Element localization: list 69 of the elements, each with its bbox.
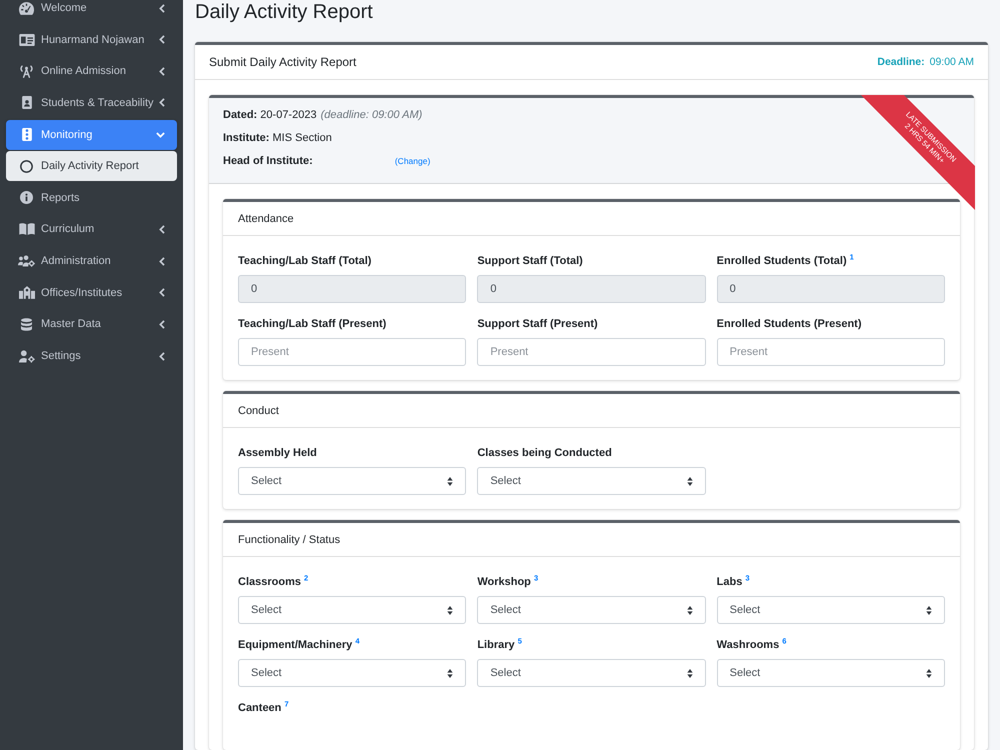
- sidebar-subitem[interactable]: Daily Activity Report: [6, 151, 177, 182]
- select-field[interactable]: Select: [477, 596, 706, 624]
- sidebar-item[interactable]: Offices/Institutes: [6, 278, 177, 308]
- select-field[interactable]: Select: [238, 659, 466, 687]
- circle-icon: [20, 160, 33, 173]
- sidebar-item[interactable]: Master Data: [6, 309, 177, 340]
- gauge-icon: [19, 2, 34, 14]
- sidebar-item[interactable]: Administration: [6, 246, 177, 276]
- deadline-time: 09:00 AM: [930, 56, 974, 68]
- traffic-light-icon: [22, 128, 32, 142]
- sidebar-item[interactable]: Online Admission: [6, 56, 177, 86]
- sort-icon: [447, 606, 454, 614]
- info-text: Institute: MIS Section: [223, 132, 332, 144]
- deadline-label: Deadline:: [877, 56, 925, 68]
- select-field[interactable]: Select: [716, 596, 945, 624]
- select-field[interactable]: Select: [477, 467, 706, 495]
- input-field[interactable]: Present: [716, 338, 945, 366]
- select-field[interactable]: Select: [716, 659, 945, 687]
- info-text: Dated: 20-07-2023 (deadline: 09:00 AM): [223, 108, 422, 120]
- users-gear-icon: [18, 255, 35, 268]
- field-label: Canteen $^{7}$: [238, 700, 289, 716]
- change-link[interactable]: (Change): [394, 156, 430, 166]
- sort-icon: [447, 668, 454, 678]
- field-label: Enrolled Students (Present): [716, 317, 862, 332]
- field-label: Classes being Conducted: [477, 446, 612, 461]
- section-title: Attendance: [238, 212, 294, 224]
- field-label: Enrolled Students (Total) $^{1}$: [716, 253, 854, 269]
- sort-icon: [686, 476, 693, 486]
- field-label: Washrooms $^{6}$: [716, 637, 786, 653]
- select-field[interactable]: Select: [477, 659, 706, 687]
- sidebar-item[interactable]: Reports: [6, 182, 177, 213]
- page-title: Daily Activity Report: [195, 0, 373, 24]
- field-label: Support Staff (Present): [477, 317, 598, 332]
- select-field[interactable]: Select: [238, 467, 466, 495]
- info-text: Head of Institute:: [223, 154, 313, 166]
- sidebar-item[interactable]: Students & Traceability: [6, 88, 177, 118]
- field-label: Equipment/Machinery $^{4}$: [238, 637, 360, 653]
- field-label: Classrooms $^{2}$: [238, 574, 308, 590]
- section-title: Conduct: [238, 404, 279, 416]
- book-icon: [18, 223, 34, 236]
- id-card-icon: [18, 34, 34, 46]
- section-title: Functionality / Status: [238, 534, 340, 546]
- field-label: Support Staff (Total): [477, 254, 583, 269]
- card-title: Submit Daily Activity Report: [209, 55, 356, 69]
- sort-icon: [686, 668, 693, 678]
- broadcast-tower-icon: [19, 64, 34, 78]
- building-icon: [18, 286, 34, 300]
- field-label: Workshop $^{3}$: [477, 574, 538, 590]
- field-label: Teaching/Lab Staff (Present): [238, 317, 386, 332]
- sort-icon: [447, 476, 454, 486]
- id-badge-icon: [22, 96, 32, 110]
- info-icon: [20, 191, 33, 204]
- sort-icon: [926, 668, 932, 678]
- user-gear-icon: [18, 350, 34, 363]
- sidebar-item[interactable]: Hunarmand Nojawan: [6, 24, 177, 55]
- sort-icon: [686, 606, 693, 614]
- sidebar-item[interactable]: Settings: [6, 341, 177, 372]
- field-label: Assembly Held: [238, 446, 317, 461]
- database-icon: [21, 318, 32, 331]
- sidebar-item[interactable]: Curriculum: [6, 214, 177, 244]
- field-label: Library $^{5}$: [477, 637, 522, 653]
- field-label: Labs $^{3}$: [716, 574, 750, 590]
- sort-icon: [926, 606, 932, 614]
- sidebar-item[interactable]: Monitoring: [6, 120, 177, 150]
- input-field[interactable]: Present: [238, 338, 466, 366]
- sidebar-item[interactable]: Welcome: [6, 0, 177, 23]
- input-field[interactable]: Present: [477, 338, 706, 366]
- field-label: Teaching/Lab Staff (Total): [238, 254, 372, 269]
- select-field[interactable]: Select: [238, 596, 466, 624]
